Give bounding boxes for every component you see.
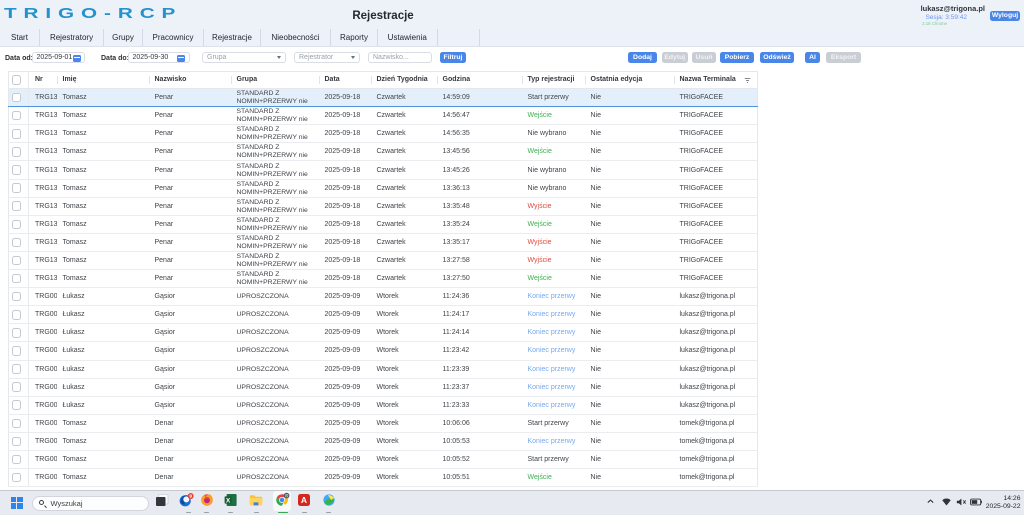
svg-text:A: A [301,495,307,505]
svg-text:X: X [226,497,231,504]
svg-text:9: 9 [189,494,192,500]
